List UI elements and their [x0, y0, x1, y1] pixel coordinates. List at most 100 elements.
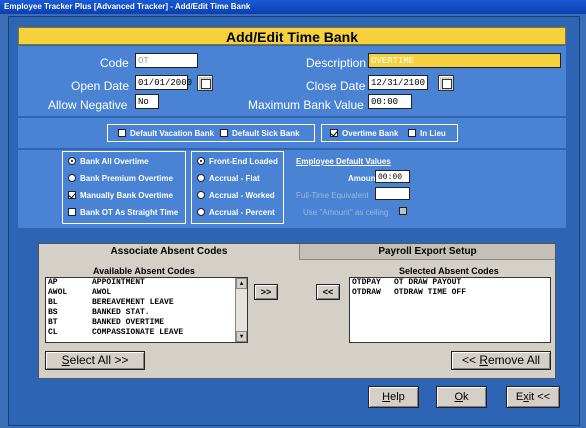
accrual-percent-label: Accrual - Percent	[209, 208, 275, 217]
desc-cell: COMPASSIONATE LEAVE	[92, 328, 184, 337]
window-title-bar: Employee Tracker Plus [Advanced Tracker]…	[0, 0, 586, 14]
ok-button[interactable]: Ok	[436, 386, 487, 408]
page-title: Add/Edit Time Bank	[18, 27, 566, 45]
default-sick-checkbox[interactable]: Default Sick Bank	[220, 129, 300, 138]
desc-cell: BANKED OVERTIME	[92, 318, 165, 327]
remove-all-prefix: <<	[461, 353, 480, 367]
max-bank-input[interactable]: 00:00	[368, 94, 412, 109]
radio-icon	[197, 208, 205, 216]
front-end-loaded-radio[interactable]: Front-End Loaded	[197, 157, 278, 166]
selected-codes-title: Selected Absent Codes	[399, 266, 499, 276]
overtime-bank-label: Overtime Bank	[342, 129, 399, 138]
list-item[interactable]: CL COMPASSIONATE LEAVE	[46, 328, 247, 338]
checkbox-icon	[68, 208, 76, 216]
checkbox-disabled-icon	[399, 207, 407, 215]
ok-label: k	[463, 391, 469, 403]
select-all-label: elect All >>	[69, 353, 129, 367]
available-codes-title: Available Absent Codes	[93, 266, 195, 276]
select-all-mnemonic: S	[61, 353, 70, 367]
code-label: Code	[100, 56, 129, 70]
default-sick-label: Default Sick Bank	[232, 129, 300, 138]
code-cell: AP	[48, 278, 58, 287]
accrual-worked-radio[interactable]: Accrual - Worked	[197, 191, 275, 200]
description-input[interactable]: OVERTIME	[368, 53, 561, 68]
help-button[interactable]: Help	[368, 386, 419, 408]
tab-associate-absent-codes[interactable]: Associate Absent Codes	[40, 244, 298, 260]
list-item[interactable]: OTDPAY OT DRAW PAYOUT	[350, 278, 550, 288]
default-vacation-checkbox[interactable]: Default Vacation Bank	[118, 129, 214, 138]
code-input[interactable]: OT	[135, 53, 198, 68]
available-codes-list[interactable]: AP APPOINTMENT AWOL AWOL BL BEREAVEMENT LEA…	[45, 277, 248, 343]
list-item[interactable]: BL BEREAVEMENT LEAVE	[46, 298, 247, 308]
list-item[interactable]: BS BANKED STAT.	[46, 308, 247, 318]
help-mnemonic: H	[382, 391, 391, 403]
available-scrollbar[interactable]: ▲ ▼	[235, 278, 247, 342]
code-cell: BT	[48, 318, 58, 327]
move-left-button[interactable]: <<	[316, 284, 340, 300]
radio-selected-icon	[197, 157, 205, 165]
remove-all-label: emove All	[488, 353, 541, 367]
radio-icon	[68, 174, 76, 182]
list-item[interactable]: AP APPOINTMENT	[46, 278, 247, 288]
remove-all-mnemonic: R	[479, 353, 488, 367]
code-cell: OTDPAY	[352, 278, 381, 287]
checkbox-checked-icon	[68, 191, 76, 199]
desc-cell: BEREAVEMENT LEAVE	[92, 298, 174, 307]
fte-input[interactable]	[375, 187, 410, 200]
checkbox-checked-icon	[330, 129, 338, 137]
desc-cell: OT DRAW PAYOUT	[394, 278, 462, 287]
bank-ot-straight-checkbox[interactable]: Bank OT As Straight Time	[68, 208, 178, 217]
scroll-up-icon[interactable]: ▲	[236, 278, 247, 289]
code-cell: OTDRAW	[352, 288, 381, 297]
amount-label: Amount	[348, 174, 379, 183]
code-cell: BS	[48, 308, 58, 317]
remove-all-button[interactable]: << Remove All	[451, 351, 551, 370]
select-all-button[interactable]: Select All >>	[45, 351, 145, 370]
checkbox-icon	[220, 129, 228, 137]
overtime-bank-checkbox[interactable]: Overtime Bank	[330, 129, 398, 138]
scroll-down-icon[interactable]: ▼	[236, 331, 247, 342]
allow-negative-input[interactable]: No	[135, 94, 159, 109]
exit-label: it <<	[528, 391, 551, 403]
list-item[interactable]: AWOL AWOL	[46, 288, 247, 298]
accrual-worked-label: Accrual - Worked	[209, 191, 275, 200]
description-label: Description	[306, 56, 367, 70]
code-cell: CL	[48, 328, 58, 337]
exit-button[interactable]: Exit <<	[506, 386, 560, 408]
tab-payroll-export-setup[interactable]: Payroll Export Setup	[299, 244, 555, 260]
bank-all-overtime-radio[interactable]: Bank All Overtime	[68, 157, 149, 166]
in-lieu-checkbox[interactable]: In Lieu	[408, 129, 446, 138]
radio-icon	[197, 191, 205, 199]
ok-mnemonic: O	[454, 391, 464, 403]
manually-bank-overtime-checkbox[interactable]: Manually Bank Overtime	[68, 191, 173, 200]
move-right-button[interactable]: >>	[254, 284, 278, 300]
code-cell: BL	[48, 298, 58, 307]
use-amount-checkbox[interactable]	[399, 207, 411, 216]
fte-label: Full-Time Equivalent	[296, 191, 369, 200]
bank-all-overtime-label: Bank All Overtime	[80, 157, 149, 166]
open-date-label: Open Date	[71, 79, 130, 93]
accrual-percent-radio[interactable]: Accrual - Percent	[197, 208, 275, 217]
close-date-label: Close Date	[306, 79, 366, 93]
list-item[interactable]: OTDRAW OTDRAW TIME OFF	[350, 288, 550, 298]
bank-premium-overtime-label: Bank Premium Overtime	[80, 174, 173, 183]
desc-cell: AWOL	[92, 288, 112, 297]
close-date-input[interactable]: 12/31/2100	[368, 75, 428, 90]
radio-icon	[197, 174, 205, 182]
accrual-flat-radio[interactable]: Accrual - Flat	[197, 174, 260, 183]
bank-premium-overtime-radio[interactable]: Bank Premium Overtime	[68, 174, 173, 183]
checkbox-icon	[408, 129, 416, 137]
open-date-calendar-icon[interactable]	[197, 75, 213, 91]
list-item[interactable]: BT BANKED OVERTIME	[46, 318, 247, 328]
allow-negative-label: Allow Negative	[48, 98, 128, 112]
amount-input[interactable]: 00:00	[375, 170, 410, 183]
default-vacation-label: Default Vacation Bank	[130, 129, 215, 138]
open-date-input[interactable]: 01/01/2000	[135, 75, 192, 90]
selected-codes-list[interactable]: OTDPAY OT DRAW PAYOUT OTDRAW OTDRAW TIME O…	[349, 277, 551, 343]
close-date-calendar-icon[interactable]	[438, 75, 454, 91]
use-amount-label: Use "Amount" as ceiling	[303, 208, 389, 217]
in-lieu-label: In Lieu	[420, 129, 446, 138]
desc-cell: OTDRAW TIME OFF	[394, 288, 467, 297]
accrual-flat-label: Accrual - Flat	[209, 174, 260, 183]
radio-selected-icon	[68, 157, 76, 165]
